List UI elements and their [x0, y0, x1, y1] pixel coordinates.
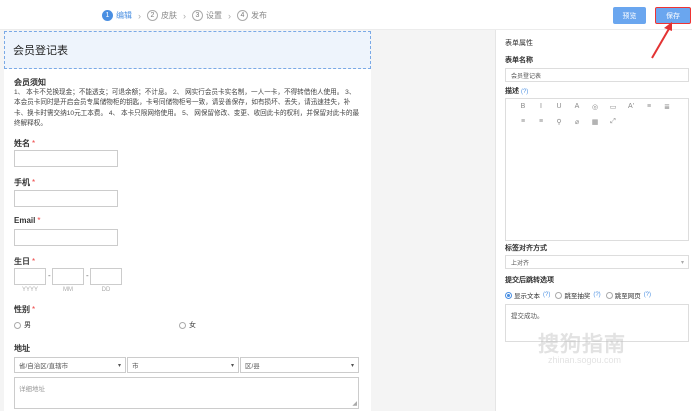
date-separator: -	[48, 271, 51, 280]
city-select[interactable]: 市 ▾	[127, 357, 239, 373]
date-separator: -	[86, 271, 89, 280]
form-preview: 会员登记表 会员须知 1、 本卡不兑换现金；不能透支；可退余额；不计息。 2、 …	[4, 31, 371, 411]
email-label: Email *	[14, 216, 41, 225]
step-number: 2	[147, 10, 158, 21]
required-mark: *	[32, 257, 36, 266]
month-hint: MM	[63, 287, 73, 293]
redirect-options: 显示文本 (?) 跳至抽奖 (?) 跳至网页 (?)	[505, 290, 656, 300]
panel-title: 表单属性	[505, 40, 533, 47]
highlight-icon[interactable]: ◎	[586, 103, 604, 111]
required-mark: *	[37, 216, 41, 225]
day-hint: DD	[101, 287, 111, 293]
description-editor[interactable]: B I U A ◎ ▭ A' ≡ ≣ ≡ ≡ ⚲ ⌀ ▦ ⤢	[505, 98, 689, 241]
birthday-year-input[interactable]	[14, 268, 46, 285]
address-detail-input[interactable]: 详细地址 ◢	[14, 377, 359, 409]
redirect-label: 提交后跳转选项	[505, 277, 554, 284]
step-label: 设置	[206, 11, 222, 20]
unordered-list-icon[interactable]: ≡	[532, 118, 550, 126]
phone-label: 手机 *	[14, 178, 36, 187]
help-icon[interactable]: (?)	[593, 292, 600, 298]
email-input[interactable]	[14, 229, 118, 246]
align-left-icon[interactable]: ≡	[640, 103, 658, 111]
label-align-label: 标签对齐方式	[505, 245, 547, 252]
name-input[interactable]	[14, 150, 118, 167]
help-icon[interactable]: (?)	[644, 292, 651, 298]
birthday-label: 生日 *	[14, 257, 36, 266]
save-button[interactable]: 保存	[655, 7, 691, 24]
radio-checked-icon	[505, 291, 512, 299]
radio-circle-icon	[555, 291, 563, 299]
gender-male-radio[interactable]: 男	[14, 320, 31, 330]
step-label: 发布	[251, 11, 267, 20]
bold-icon[interactable]: B	[514, 103, 532, 111]
resize-handle-icon[interactable]: ◢	[352, 400, 357, 407]
step-label: 编辑	[116, 11, 132, 20]
step-number: 3	[192, 10, 203, 21]
required-mark: *	[32, 139, 36, 148]
ordered-list-icon[interactable]: ≡	[514, 118, 532, 126]
province-select[interactable]: 省/自治区/直辖市 ▾	[14, 357, 126, 373]
chevron-right-icon: ›	[183, 10, 186, 21]
birthday-month-input[interactable]	[52, 268, 84, 285]
required-mark: *	[32, 178, 36, 187]
step-edit[interactable]: 1 编辑	[102, 10, 132, 21]
help-icon[interactable]: (?)	[521, 89, 528, 95]
step-indicator: 1 编辑 › 2 皮肤 › 3 设置 › 4 发布	[102, 10, 267, 21]
notice-text: 1、 本卡不兑换现金；不能透支；可退余额；不计息。 2、 网实行会员卡实名制，一…	[14, 89, 360, 127]
radio-circle-icon	[605, 291, 613, 299]
top-bar: 1 编辑 › 2 皮肤 › 3 设置 › 4 发布 预览 保存	[0, 0, 692, 30]
phone-input[interactable]	[14, 190, 118, 207]
image-icon[interactable]: ▦	[586, 118, 604, 126]
watermark-url: zhinan.sogou.com	[548, 355, 622, 365]
underline-icon[interactable]: U	[550, 103, 568, 111]
watermark-logo: 搜狗指南	[538, 333, 626, 356]
unlink-icon[interactable]: ⌀	[568, 118, 586, 126]
step-settings[interactable]: 3 设置	[192, 10, 222, 21]
help-icon[interactable]: (?)	[543, 292, 550, 298]
form-name-input[interactable]: 会员登记表	[505, 68, 689, 82]
gender-label: 性别 *	[14, 305, 36, 314]
form-name-label: 表单名称	[505, 57, 533, 64]
step-number: 1	[102, 10, 113, 21]
district-select[interactable]: 区/县 ▾	[240, 357, 359, 373]
chevron-right-icon: ›	[228, 10, 231, 21]
birthday-day-input[interactable]	[90, 268, 122, 285]
redirect-lottery-radio[interactable]: 跳至抽奖 (?)	[555, 290, 601, 300]
step-publish[interactable]: 4 发布	[237, 10, 267, 21]
caret-down-icon: ▾	[117, 363, 121, 369]
year-hint: YYYY	[21, 287, 38, 293]
caret-down-icon: ▾	[350, 363, 354, 369]
align-center-icon[interactable]: ≣	[658, 103, 676, 111]
label-align-select[interactable]: 上对齐 ▾	[505, 255, 689, 269]
name-label: 姓名 *	[14, 139, 36, 148]
font-color-icon[interactable]: A	[568, 103, 586, 111]
step-skin[interactable]: 2 皮肤	[147, 10, 177, 21]
fullscreen-icon[interactable]: ⤢	[604, 118, 622, 126]
step-label: 皮肤	[161, 11, 177, 20]
radio-circle-icon	[14, 321, 21, 329]
preview-button[interactable]: 预览	[613, 7, 646, 24]
caret-down-icon: ▾	[680, 260, 684, 266]
italic-icon[interactable]: I	[532, 103, 550, 111]
description-label: 描述 (?)	[505, 88, 529, 95]
notice-title: 会员须知	[14, 78, 46, 87]
redirect-page-radio[interactable]: 跳至网页 (?)	[605, 290, 651, 300]
gender-female-radio[interactable]: 女	[179, 320, 196, 330]
required-mark: *	[32, 305, 36, 314]
form-title[interactable]: 会员登记表	[4, 31, 371, 69]
address-label: 地址	[14, 344, 30, 353]
background-icon[interactable]: ▭	[604, 103, 622, 111]
editor-toolbar-row: B I U A ◎ ▭ A' ≡ ≣	[514, 103, 676, 111]
font-size-icon[interactable]: A'	[622, 103, 640, 111]
radio-circle-icon	[179, 321, 186, 329]
editor-toolbar-row: ≡ ≡ ⚲ ⌀ ▦ ⤢	[514, 118, 622, 126]
step-number: 4	[237, 10, 248, 21]
link-icon[interactable]: ⚲	[550, 118, 568, 126]
chevron-right-icon: ›	[138, 10, 141, 21]
caret-down-icon: ▾	[230, 363, 234, 369]
redirect-text-radio[interactable]: 显示文本 (?)	[505, 290, 550, 300]
